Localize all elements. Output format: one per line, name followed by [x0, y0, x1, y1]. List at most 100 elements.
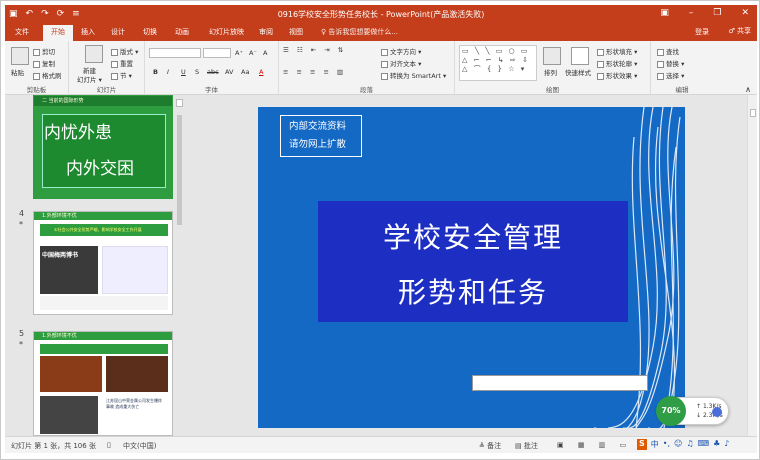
- change-case-button[interactable]: Aa: [241, 68, 249, 76]
- slide-title-line1: 学校安全管理: [382, 221, 563, 254]
- tab-transitions[interactable]: 切换: [143, 27, 157, 37]
- login-link[interactable]: 登录: [695, 27, 709, 37]
- notice-line: 请勿网上扩散: [289, 139, 347, 150]
- notes-button[interactable]: ≜ 备注: [479, 441, 501, 451]
- layout-icon: [111, 48, 118, 56]
- pen-icon: [597, 60, 604, 68]
- thumbnail-caption: 江苏昆山中荣金属公司发生爆炸事故 造成重大伤亡: [102, 396, 168, 434]
- char-spacing-button[interactable]: AV: [225, 68, 233, 76]
- share-button[interactable]: ♂ 共享: [728, 26, 751, 36]
- tab-home[interactable]: 开始: [43, 25, 73, 41]
- font-size-select[interactable]: [203, 48, 231, 58]
- copy-button[interactable]: 复制: [33, 58, 55, 68]
- replace-button[interactable]: 替换 ▾: [657, 58, 684, 68]
- align-text-button[interactable]: 对齐文本 ▾: [381, 58, 421, 68]
- paint-bucket-icon: [597, 48, 604, 56]
- minimize-button[interactable]: –: [689, 8, 694, 18]
- memory-percent: 70%: [656, 396, 686, 426]
- tab-view[interactable]: 视图: [289, 27, 303, 37]
- shape-fill-button[interactable]: 形状填充 ▾: [597, 46, 637, 56]
- format-painter-button[interactable]: 格式刷: [33, 70, 62, 80]
- bold-button[interactable]: B: [153, 68, 158, 76]
- effects-icon: [597, 72, 604, 80]
- shape-effects-button[interactable]: 形状效果 ▾: [597, 70, 637, 80]
- shadow-button[interactable]: S: [195, 68, 199, 76]
- shapes-gallery[interactable]: ▭ ╲ ╲ ▭ ○ ▭ △ ⌐ ⌐ ↳ ⇨ ⇩ △ ⌒ { } ☆ ▾: [459, 45, 537, 81]
- grow-font-button[interactable]: A⁺: [235, 49, 243, 57]
- tab-slideshow[interactable]: 幻灯片放映: [209, 27, 244, 37]
- arrange-button[interactable]: 排列: [544, 67, 557, 77]
- paragraph-group: ☰ ☷ ⇤ ⇥ ⇅ ≡ ≡ ≡ ≡ ▥ 文字方向 ▾ 对齐文本 ▾ 转换为 Sm…: [279, 41, 455, 95]
- restore-button[interactable]: ❐: [713, 8, 721, 18]
- accelerate-icon[interactable]: [712, 407, 722, 417]
- ime-toolbar[interactable]: S 中 •, ☺ ♫ ⌨ ♣ ♪: [637, 439, 729, 450]
- slide-thumbnail[interactable]: 1.外部环境不优 ①社会公共安全形势严峻，影响学校安全工作开展 中国梅两博书: [33, 211, 173, 315]
- brush-icon: [33, 72, 40, 80]
- font-name-select[interactable]: [149, 48, 201, 58]
- find-button[interactable]: 查找: [657, 46, 679, 56]
- new-slide-icon[interactable]: [85, 45, 103, 63]
- shape-outline-button[interactable]: 形状轮廓 ▾: [597, 58, 637, 68]
- arrange-icon[interactable]: [543, 47, 561, 65]
- smartart-button[interactable]: 转换为 SmartArt ▾: [381, 70, 446, 80]
- reset-button[interactable]: 重置: [111, 58, 133, 68]
- spellcheck-icon[interactable]: ▯: [107, 441, 111, 449]
- text-direction-button[interactable]: 文字方向 ▾: [381, 46, 421, 56]
- collapse-ribbon-icon[interactable]: ∧: [745, 85, 751, 94]
- notice-line: 内部交流资料: [289, 121, 347, 132]
- layout-button[interactable]: 版式 ▾: [111, 46, 138, 56]
- paragraph-group-label: 段落: [360, 86, 373, 94]
- tab-design[interactable]: 设计: [111, 27, 125, 37]
- strikethrough-button[interactable]: abc: [207, 68, 219, 76]
- slide-count: 幻灯片 第 1 张，共 106 张: [11, 442, 96, 450]
- window-frame: ▣ ↶ ↷ ⟳ ≡ 0916学校安全形势任务校长 - PowerPoint(产品…: [0, 0, 760, 460]
- clear-format-button[interactable]: A: [263, 49, 267, 57]
- language-indicator[interactable]: 中文(中国): [123, 441, 156, 451]
- comments-button[interactable]: ▤ 批注: [515, 441, 538, 451]
- slide-canvas[interactable]: 内部交流资料 请勿网上扩散 学校安全管理 形势和任务: [258, 107, 685, 428]
- tab-file[interactable]: 文件: [15, 27, 29, 37]
- window-title: 0916学校安全形势任务校长 - PowerPoint(产品激活失败): [277, 10, 485, 19]
- scrollbar-thumb[interactable]: [750, 109, 756, 117]
- tab-insert[interactable]: 插入: [81, 27, 95, 37]
- slide-thumbnail[interactable]: 1.外部环境不优 江苏昆山中荣金属公司发生爆炸事故 造成重大伤亡: [33, 331, 173, 436]
- ribbon-display-options-icon[interactable]: ▣: [660, 8, 669, 18]
- network-speed-widget[interactable]: 70% ↑ 1.3K/s ↓ 2.3M/s: [656, 396, 729, 426]
- paste-icon[interactable]: [11, 47, 29, 65]
- underline-button[interactable]: U: [181, 68, 186, 76]
- close-button[interactable]: ✕: [741, 8, 749, 18]
- tools-icon[interactable]: ♪: [724, 439, 729, 450]
- scroll-up-arrow[interactable]: [176, 99, 183, 107]
- punctuation-icon[interactable]: •,: [663, 439, 670, 450]
- tab-animations[interactable]: 动画: [175, 27, 189, 37]
- quick-styles-icon[interactable]: [571, 47, 589, 65]
- align-buttons[interactable]: ≡ ≡ ≡ ≡ ▥: [283, 68, 346, 76]
- text-placeholder-box[interactable]: [472, 375, 648, 391]
- select-button[interactable]: 选择 ▾: [657, 70, 684, 80]
- section-button[interactable]: 节 ▾: [111, 70, 132, 80]
- view-buttons[interactable]: ▣ ▦ ▥ ▭: [557, 441, 632, 449]
- new-slide-dropdown[interactable]: 幻灯片 ▾: [77, 74, 102, 84]
- emoji-icon[interactable]: ☺: [674, 439, 682, 450]
- scrollbar-thumb[interactable]: [177, 115, 182, 225]
- thumbnail-pane: 二 当前的国际形势 内忧外患 内外交困 4 * 1.外部环境不优 ①社会公共安全…: [5, 95, 175, 436]
- italic-button[interactable]: I: [167, 68, 169, 76]
- skin-icon[interactable]: ♣: [713, 439, 720, 450]
- tell-me-search[interactable]: ♀ 告诉我您想要做什么...: [321, 27, 398, 37]
- thumbnail-scrollbar[interactable]: [175, 95, 185, 436]
- animation-star-icon: *: [19, 340, 23, 349]
- title-box[interactable]: 学校安全管理 形势和任务: [318, 201, 628, 322]
- quick-styles-button[interactable]: 快速样式: [565, 67, 591, 77]
- sogou-icon[interactable]: S: [637, 439, 647, 450]
- font-color-button[interactable]: A: [259, 68, 263, 76]
- tab-review[interactable]: 审阅: [259, 27, 273, 37]
- shrink-font-button[interactable]: A⁻: [249, 49, 257, 57]
- list-buttons[interactable]: ☰ ☷ ⇤ ⇥ ⇅: [283, 46, 346, 54]
- keyboard-icon[interactable]: ⌨: [698, 439, 710, 450]
- slide-scrollbar[interactable]: [747, 95, 757, 436]
- voice-icon[interactable]: ♫: [686, 439, 693, 450]
- paste-button[interactable]: 粘贴: [11, 67, 24, 77]
- cut-button[interactable]: 剪切: [33, 46, 55, 56]
- slide-thumbnail[interactable]: 二 当前的国际形势 内忧外患 内外交困: [33, 95, 173, 199]
- ime-mode[interactable]: 中: [651, 439, 659, 450]
